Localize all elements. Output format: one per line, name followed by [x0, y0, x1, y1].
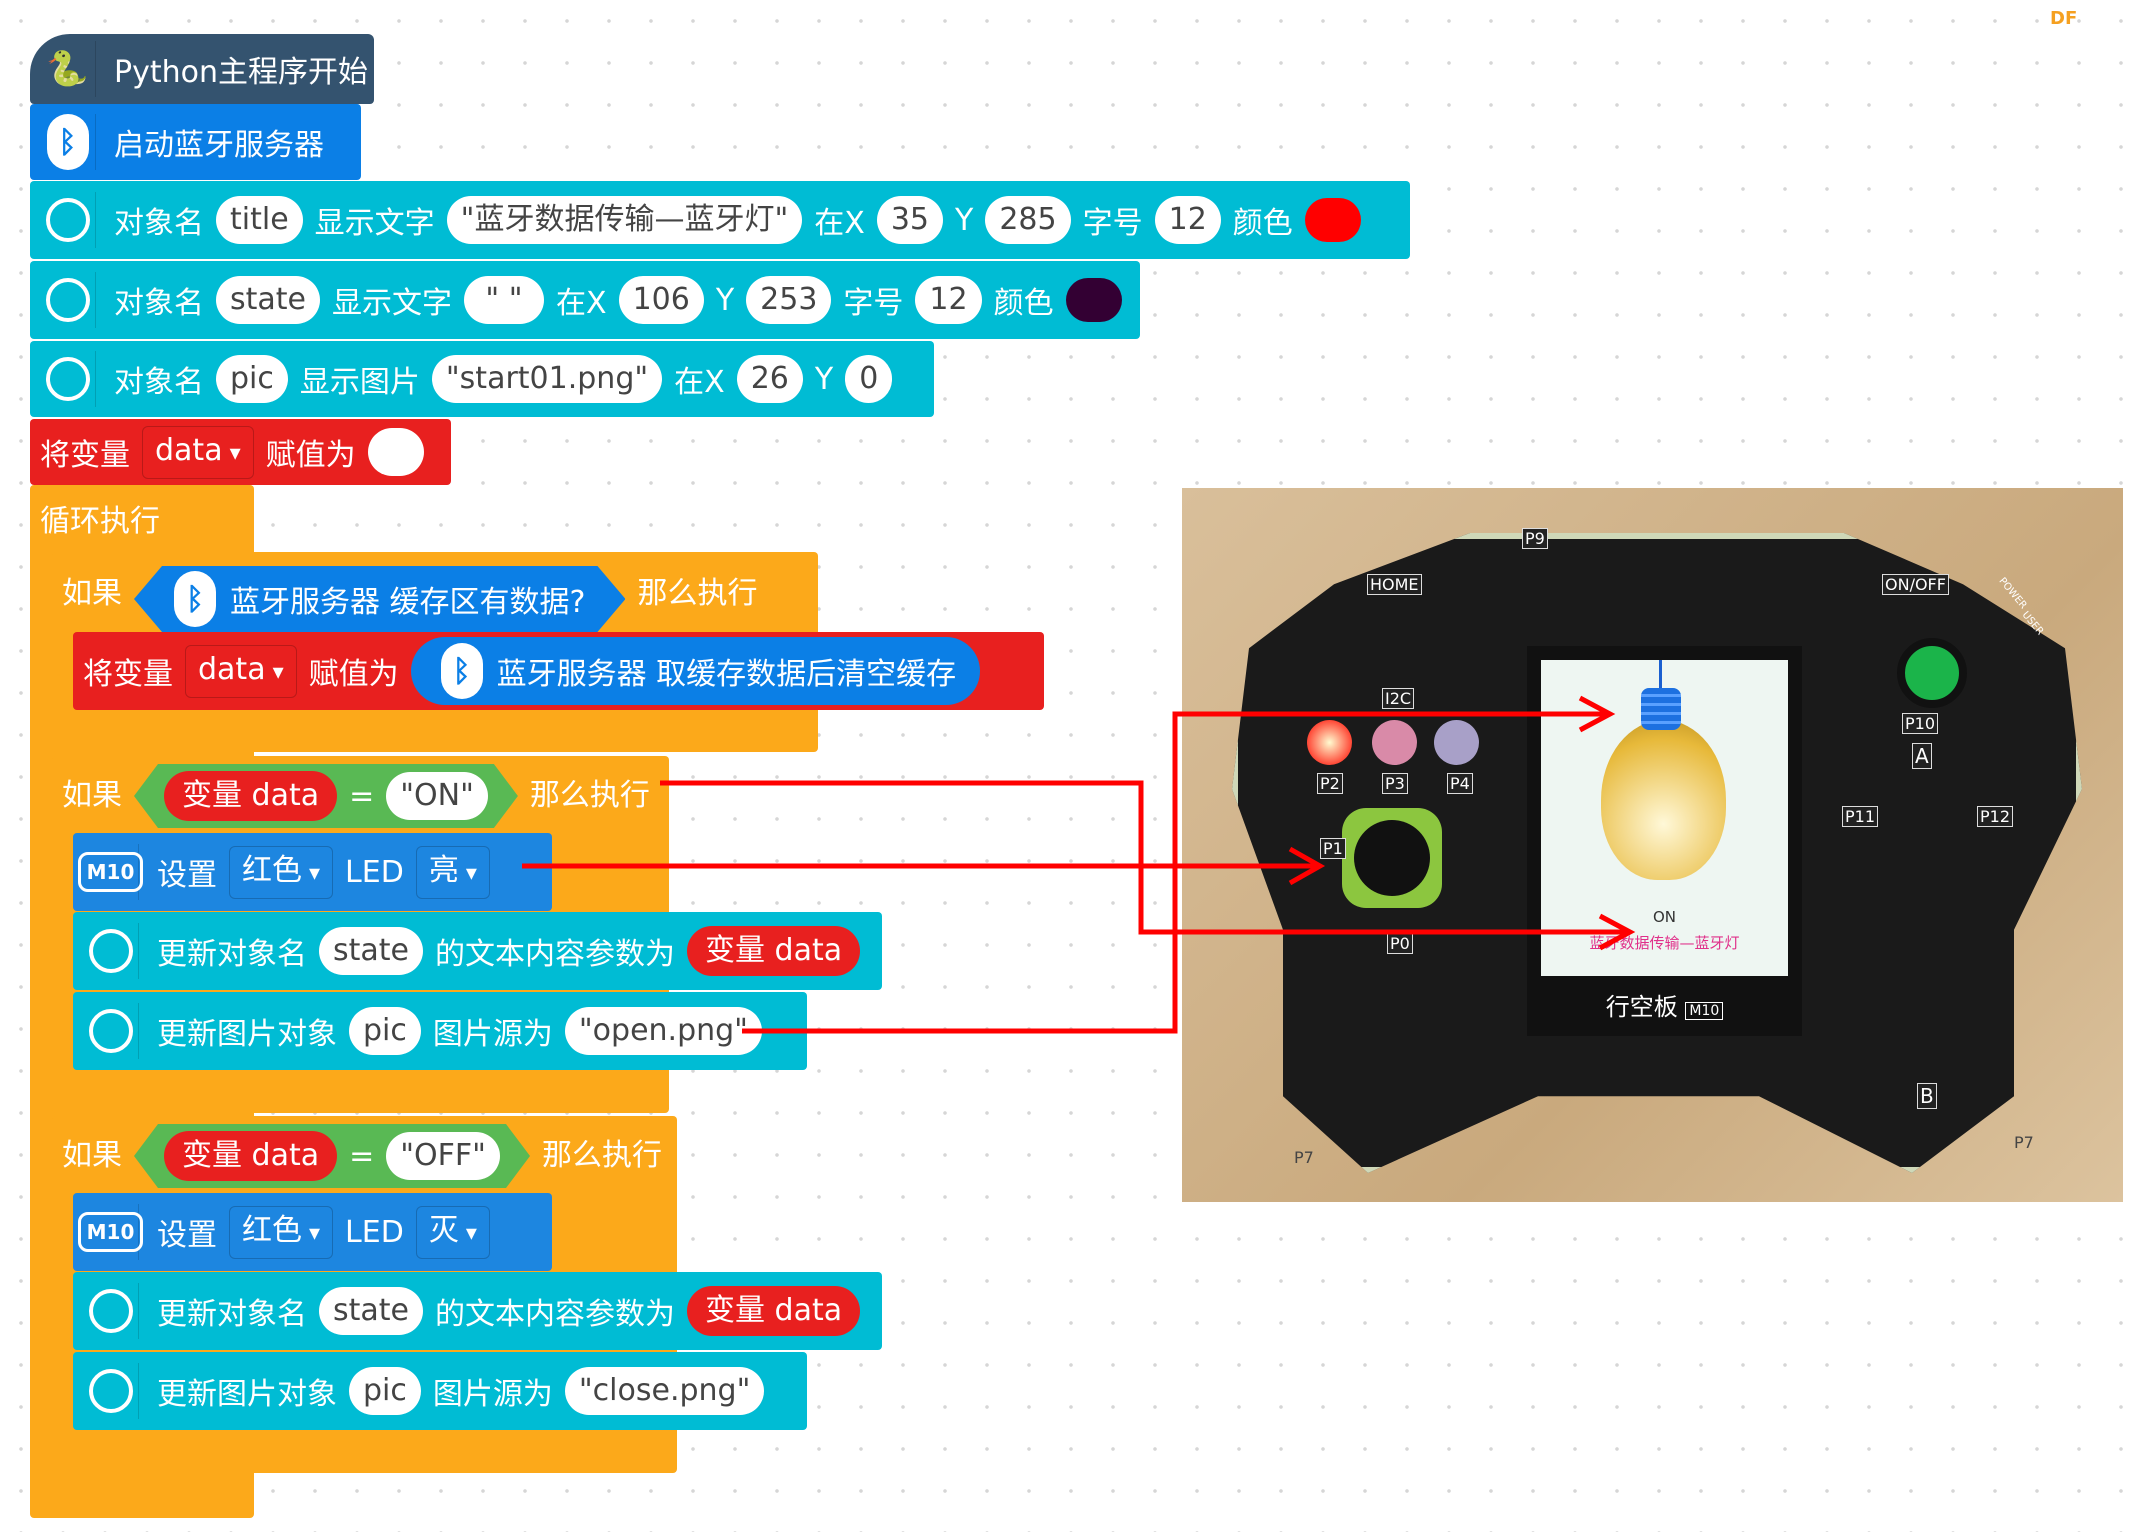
arrow-pic-to-screen — [742, 711, 1608, 1034]
annotation-arrows — [522, 695, 1636, 1034]
arrow-state-to-screen — [660, 780, 1628, 935]
